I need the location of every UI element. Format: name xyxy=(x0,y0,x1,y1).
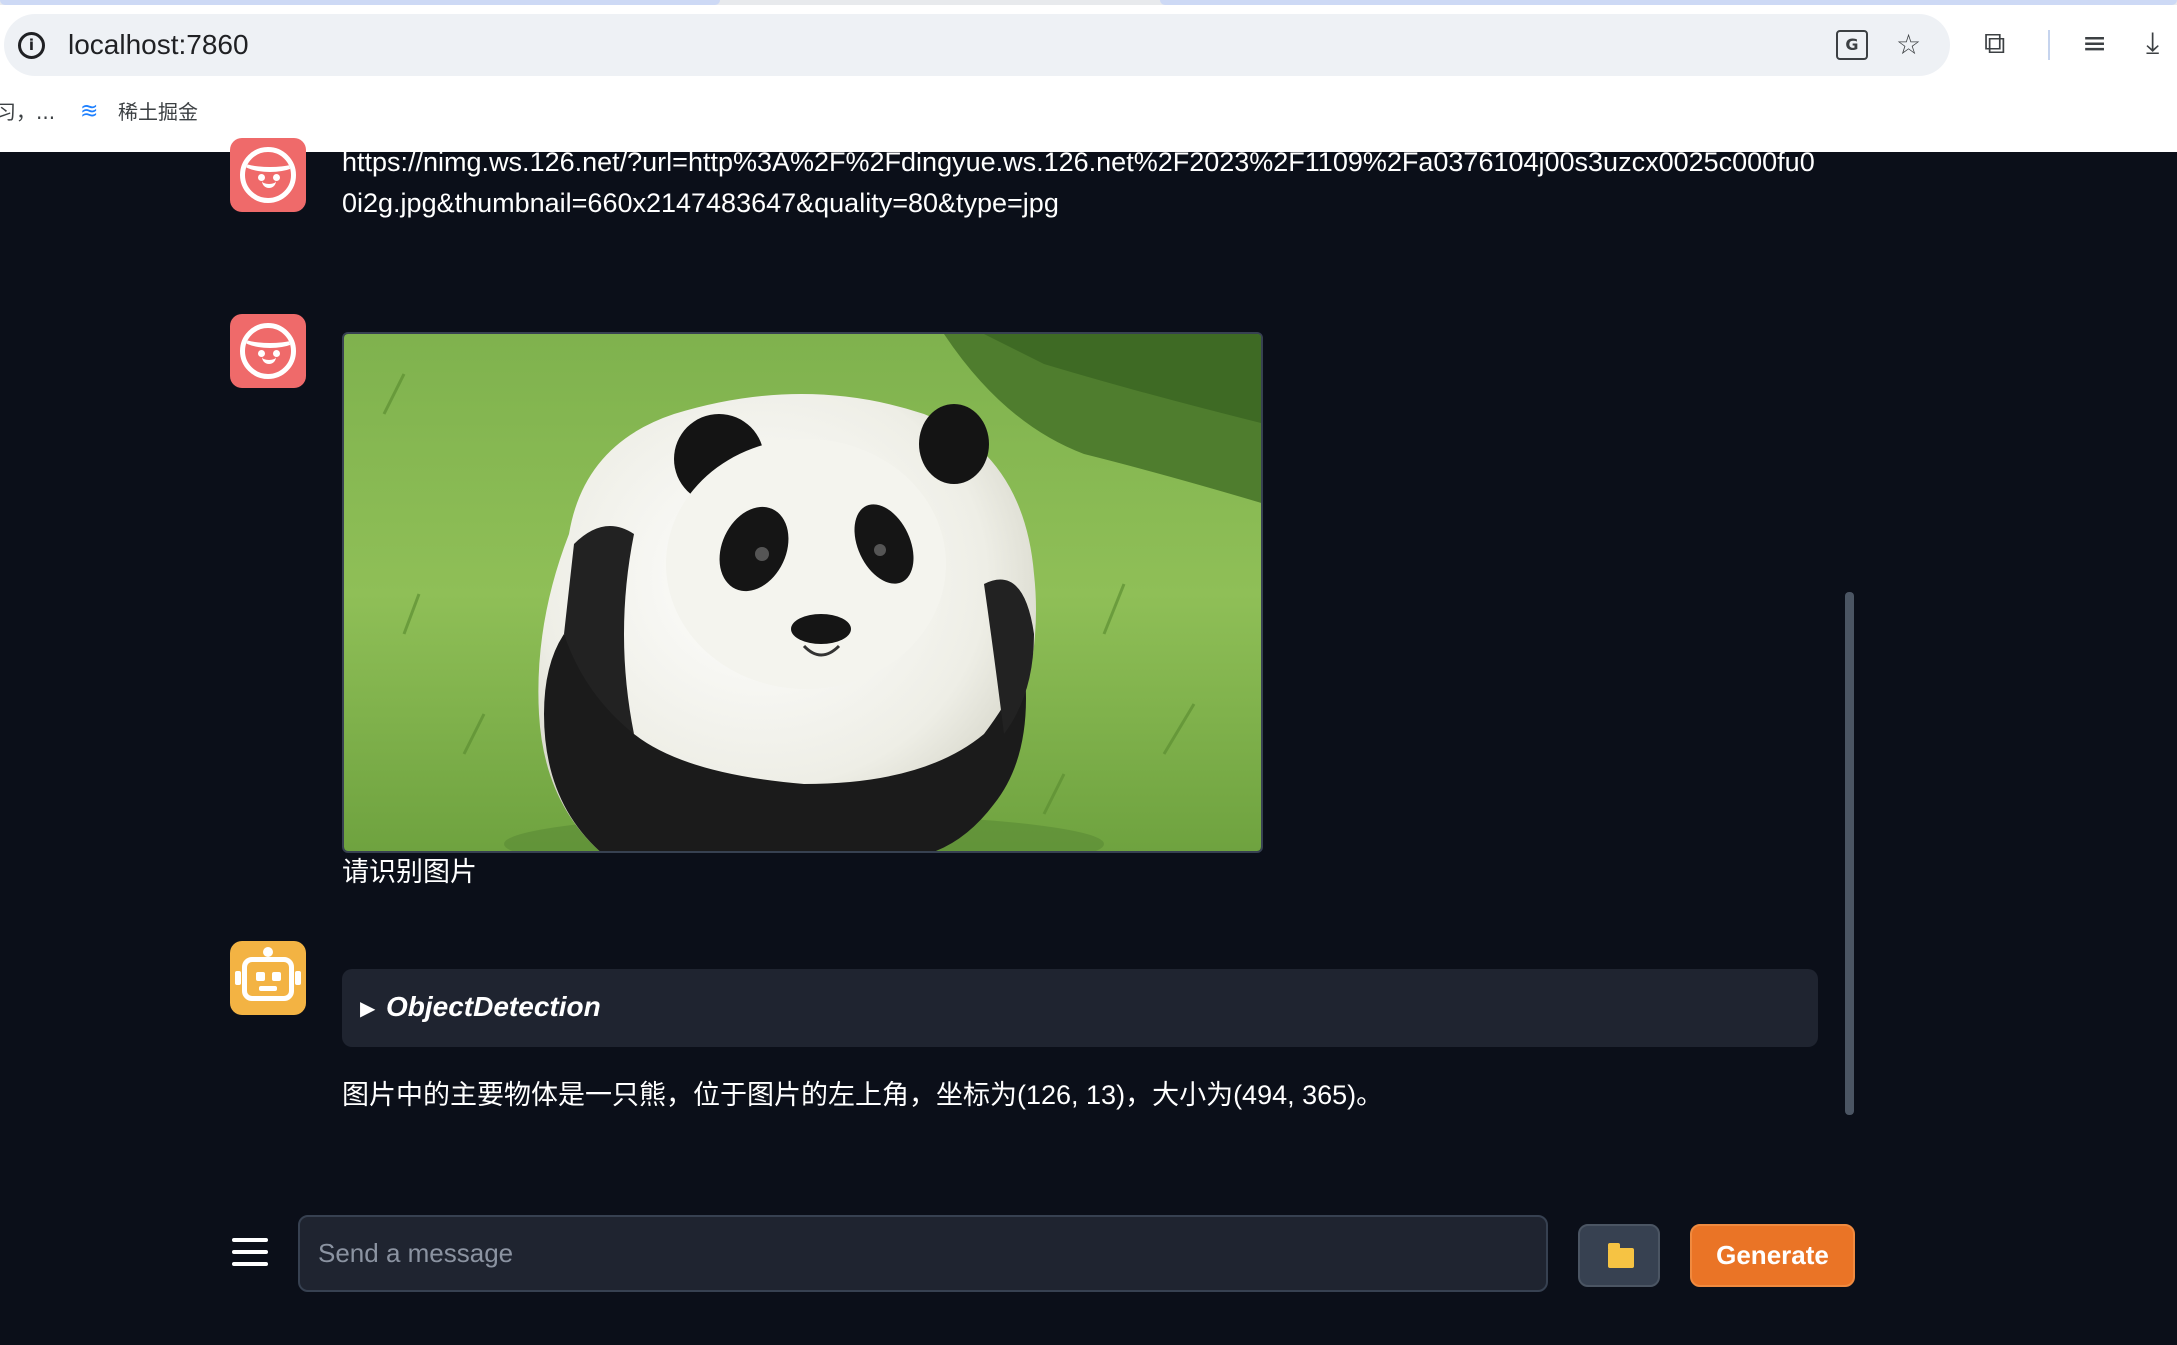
address-bar[interactable]: i localhost:7860 G ☆ xyxy=(4,14,1950,76)
user-message-caption: 请识别图片 xyxy=(342,857,477,887)
bookmark-item-juejin[interactable]: 稀土掘金 xyxy=(118,100,198,124)
tab-left[interactable] xyxy=(0,0,720,5)
extensions-icon[interactable]: ⧉ xyxy=(1984,28,2005,60)
tab-strip xyxy=(0,0,2177,5)
upload-file-button[interactable] xyxy=(1578,1224,1660,1287)
toolbar-separator xyxy=(2048,30,2050,60)
download-icon[interactable]: ⤓ xyxy=(2146,28,2159,60)
bot-avatar xyxy=(230,941,306,1015)
juejin-icon: ≋ xyxy=(80,99,99,124)
site-info-icon[interactable]: i xyxy=(18,32,45,59)
translate-icon[interactable]: G xyxy=(1836,30,1868,60)
media-controls-icon[interactable]: ≡ xyxy=(2082,28,2107,60)
user-avatar xyxy=(230,138,306,212)
tool-name[interactable]: ObjectDetection xyxy=(386,989,601,1025)
folder-icon xyxy=(1608,1243,1634,1268)
assistant-answer: 图片中的主要物体是一只熊，位于图片的左上角，坐标为(126, 13)，大小为(4… xyxy=(342,1080,1384,1110)
panda-image xyxy=(342,332,1263,853)
bookmarks-bar: 习，... ≋ 稀土掘金 xyxy=(0,92,2177,132)
expand-triangle-icon[interactable]: ▶ xyxy=(360,993,375,1023)
generate-button[interactable]: Generate xyxy=(1690,1224,1855,1287)
user-message-url: https://nimg.ws.126.net/?url=http%3A%2F%… xyxy=(342,147,1815,218)
message-input[interactable] xyxy=(298,1215,1548,1292)
browser-chrome: i localhost:7860 G ☆ ⧉ ≡ ⤓ 习，... ≋ 稀土掘金 xyxy=(0,0,2177,152)
chat-scrollbar[interactable] xyxy=(1845,592,1854,1115)
address-url[interactable]: localhost:7860 xyxy=(68,29,249,61)
tab-right[interactable] xyxy=(1160,0,2177,5)
user-avatar xyxy=(230,314,306,388)
bookmark-item-truncated[interactable]: 习，... xyxy=(0,100,55,124)
robot-icon xyxy=(242,957,294,1001)
user-face-icon xyxy=(240,147,296,203)
bookmark-star-icon[interactable]: ☆ xyxy=(1896,30,1921,60)
menu-icon[interactable] xyxy=(232,1234,268,1270)
tool-call-details[interactable]: ▶ ObjectDetection xyxy=(342,969,1818,1047)
user-face-icon xyxy=(240,323,296,379)
